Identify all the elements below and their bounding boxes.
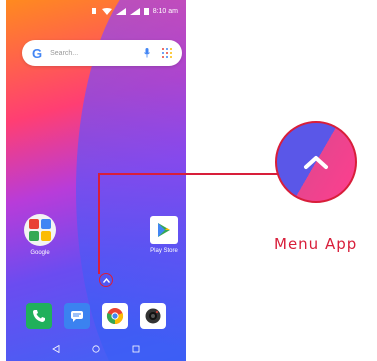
callout-line-horizontal [98, 173, 282, 175]
play-store-app[interactable]: Play Store [142, 214, 186, 254]
recents-icon[interactable] [132, 345, 140, 353]
play-store-label: Play Store [150, 248, 178, 254]
wifi-icon [101, 7, 112, 15]
status-bar: 8:10 am [6, 0, 186, 22]
battery-icon [143, 8, 149, 15]
vibrate-icon [91, 8, 96, 14]
callout-label: Menu App [274, 235, 358, 253]
google-folder-label: Google [30, 250, 50, 256]
menu-app-zoom-callout [275, 121, 357, 203]
messages-icon[interactable] [64, 303, 90, 329]
google-search-bar[interactable]: G Search... [22, 40, 182, 66]
phone-icon[interactable] [26, 303, 52, 329]
camera-icon[interactable] [140, 303, 166, 329]
play-store-icon [150, 216, 178, 244]
google-logo-icon: G [32, 45, 43, 61]
signal-icon [115, 7, 126, 15]
chrome-icon[interactable] [102, 303, 128, 329]
chevron-up-icon [304, 156, 328, 169]
app-grid-icon[interactable] [162, 48, 172, 58]
back-icon[interactable] [52, 345, 60, 353]
app-drawer-button[interactable] [99, 273, 113, 287]
google-folder[interactable]: Google [18, 214, 62, 256]
search-placeholder: Search... [50, 49, 79, 57]
home-icon[interactable] [92, 345, 100, 353]
microphone-icon[interactable] [144, 48, 150, 58]
signal-2-icon [129, 7, 140, 15]
dock [6, 298, 186, 334]
status-time: 8:10 am [152, 7, 178, 15]
phone-screen: 8:10 am G Search... Google Play Store [6, 0, 186, 361]
callout-line-vertical [98, 174, 100, 274]
chevron-up-icon [102, 277, 110, 283]
google-folder-icon [24, 214, 56, 246]
navigation-bar [6, 337, 186, 361]
